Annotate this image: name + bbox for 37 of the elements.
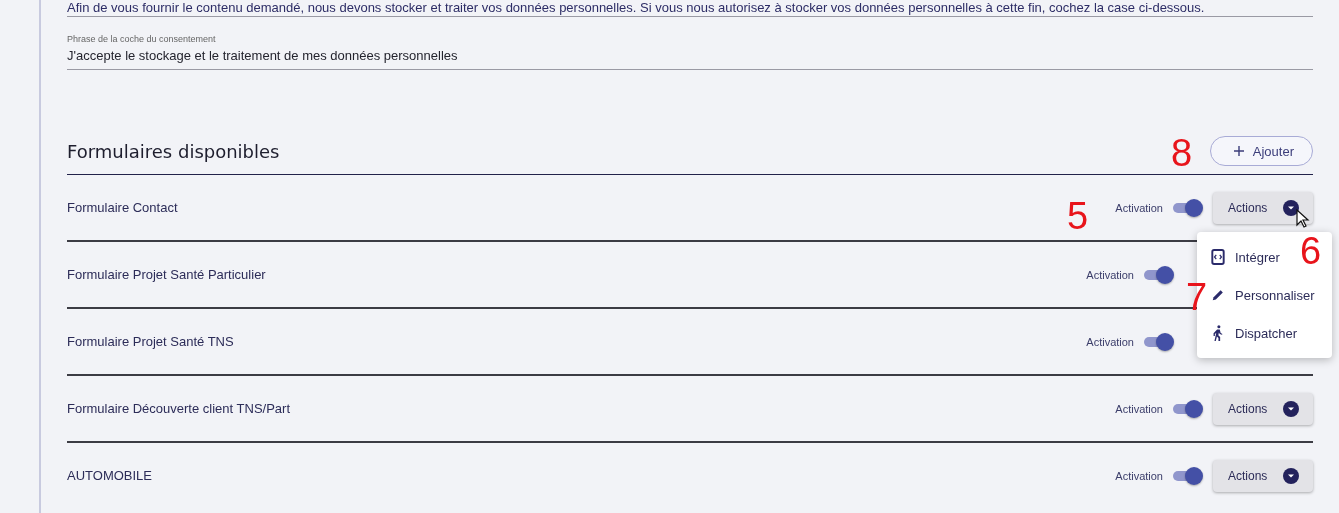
toggle-label: Activation bbox=[1115, 469, 1163, 482]
embed-icon bbox=[1211, 249, 1225, 265]
form-name: AUTOMOBILE bbox=[67, 468, 152, 483]
actions-button[interactable]: Actions bbox=[1213, 191, 1313, 224]
menu-item[interactable]: Intégrer bbox=[1197, 238, 1286, 276]
cursor-icon bbox=[1296, 209, 1310, 229]
form-name: Formulaire Contact bbox=[67, 200, 178, 215]
form-name: Formulaire Découverte client TNS/Part bbox=[67, 401, 290, 416]
annotation-number: 6 bbox=[1300, 232, 1322, 270]
actions-button[interactable]: Actions bbox=[1213, 392, 1313, 425]
caret-icon bbox=[1283, 467, 1299, 484]
field-label: Phrase de la coche du consentement bbox=[67, 34, 217, 44]
add-button[interactable]: Ajouter bbox=[1209, 136, 1313, 166]
actions-button[interactable]: Actions bbox=[1213, 459, 1313, 492]
consent-text: Afin de vous fournir le contenu demandé, nous devons stocker et traiter vos données personnelles. Si vous nous autorisez à stocker vos données personnelles à cette fin, cochez la case ci-dessous. bbox=[67, 0, 1206, 16]
toggle-switch[interactable] bbox=[1144, 264, 1174, 285]
form-name: Formulaire Projet Santé TNS bbox=[67, 334, 234, 349]
toggle-switch[interactable] bbox=[1173, 398, 1203, 419]
toggle-switch[interactable] bbox=[1144, 331, 1174, 352]
toggle-label: Activation bbox=[1115, 201, 1163, 214]
pencil-icon bbox=[1211, 287, 1225, 303]
consent-phrase-field[interactable]: J'accepte le stockage et le traitement de mes données personnelles bbox=[67, 48, 1313, 64]
caret-icon bbox=[1283, 400, 1299, 417]
annotation-number: 7 bbox=[1186, 278, 1208, 316]
plus-icon bbox=[1232, 145, 1245, 157]
toggle-label: Activation bbox=[1086, 268, 1134, 281]
toggle-label: Activation bbox=[1086, 335, 1134, 348]
annotation-number: 5 bbox=[1067, 197, 1089, 235]
menu-item[interactable]: Dispatcher bbox=[1197, 314, 1304, 352]
toggle-switch[interactable] bbox=[1173, 465, 1203, 486]
section-title: Formulaires disponibles bbox=[67, 140, 280, 162]
walking-person-icon bbox=[1211, 325, 1225, 341]
form-name: Formulaire Projet Santé Particulier bbox=[67, 267, 266, 282]
toggle-switch[interactable] bbox=[1173, 197, 1203, 218]
annotation-number: 8 bbox=[1171, 134, 1193, 172]
caret-icon bbox=[1283, 199, 1299, 216]
toggle-label: Activation bbox=[1115, 402, 1163, 415]
